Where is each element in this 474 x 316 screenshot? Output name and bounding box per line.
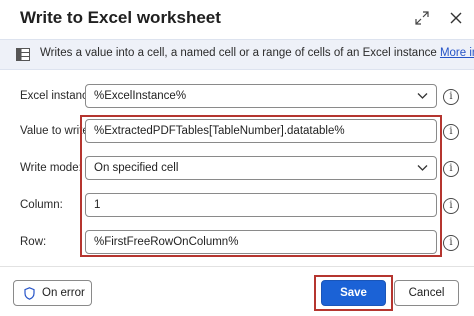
write-mode-label: Write mode: — [20, 162, 82, 174]
shield-icon — [24, 287, 35, 300]
chevron-down-icon — [417, 165, 428, 171]
value-to-write-label: Value to write: — [20, 125, 93, 137]
cancel-button[interactable]: Cancel — [394, 280, 459, 306]
banner-description: Writes a value into a cell, a named cell… — [40, 47, 474, 59]
more-info-link[interactable]: More info — [440, 47, 474, 59]
excel-instance-select[interactable]: %ExcelInstance% — [85, 84, 437, 108]
excel-icon — [16, 48, 30, 61]
footer-divider — [0, 266, 474, 267]
write-mode-select[interactable]: On specified cell — [85, 156, 437, 180]
column-label: Column: — [20, 199, 63, 211]
expand-icon[interactable] — [413, 9, 431, 27]
row-input[interactable]: %FirstFreeRowOnColumn% — [85, 230, 437, 254]
info-icon[interactable]: i — [443, 198, 459, 214]
value-to-write-value: %ExtractedPDFTables[TableNumber].datatab… — [94, 125, 345, 137]
on-error-label: On error — [42, 287, 85, 299]
banner-text: Writes a value into a cell, a named cell… — [40, 47, 437, 59]
info-banner: Writes a value into a cell, a named cell… — [0, 39, 474, 70]
excel-instance-value: %ExcelInstance% — [94, 90, 187, 102]
column-value: 1 — [94, 199, 101, 211]
value-to-write-input[interactable]: %ExtractedPDFTables[TableNumber].datatab… — [85, 119, 437, 143]
row-value: %FirstFreeRowOnColumn% — [94, 236, 239, 248]
row-label: Row: — [20, 236, 47, 248]
info-icon[interactable]: i — [443, 235, 459, 251]
write-mode-value: On specified cell — [94, 162, 179, 174]
save-button[interactable]: Save — [321, 280, 386, 306]
column-input[interactable]: 1 — [85, 193, 437, 217]
close-icon[interactable] — [447, 9, 465, 27]
info-icon[interactable]: i — [443, 89, 459, 105]
on-error-button[interactable]: On error — [13, 280, 92, 306]
write-to-excel-dialog: Write to Excel worksheet Writes a value … — [0, 0, 474, 316]
info-icon[interactable]: i — [443, 161, 459, 177]
info-icon[interactable]: i — [443, 124, 459, 140]
dialog-title: Write to Excel worksheet — [20, 8, 221, 27]
chevron-down-icon — [417, 93, 428, 99]
